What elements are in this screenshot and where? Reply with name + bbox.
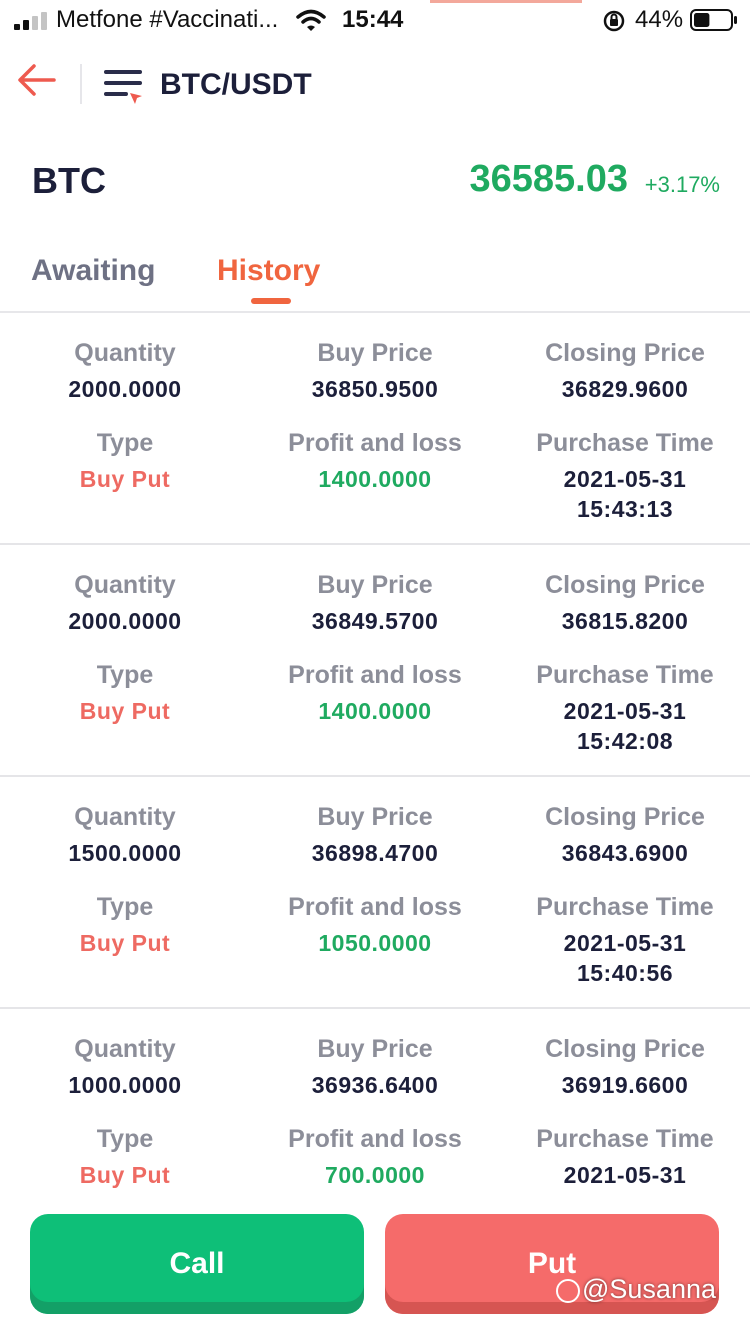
order-tabs: Awaiting History <box>0 250 750 310</box>
top-accent-line <box>430 0 582 3</box>
call-button[interactable]: Call <box>30 1214 364 1314</box>
type-value: Buy Put <box>79 1162 171 1188</box>
quantity-label: Quantity <box>74 571 176 599</box>
buy-price-value: 36850.9500 <box>311 376 439 402</box>
quantity-value: 1500.0000 <box>68 840 182 866</box>
purchase-date-value: 2021-05-31 <box>563 1162 687 1188</box>
watermark: @Susanna <box>556 1274 716 1305</box>
closing-price-label: Closing Price <box>545 803 705 831</box>
closing-price-value: 36815.8200 <box>561 608 689 634</box>
carrier-name: Metfone #Vaccinati... <box>56 6 279 33</box>
buy-price-label: Buy Price <box>317 571 433 599</box>
purchase-time-label: Purchase Time <box>536 1125 714 1153</box>
purchase-date-value: 2021-05-31 <box>563 466 687 492</box>
type-label: Type <box>96 429 154 457</box>
purchase-date-value: 2021-05-31 <box>563 930 687 956</box>
wifi-icon <box>296 9 326 31</box>
status-bar: Metfone #Vaccinati... 15:44 44% <box>0 0 750 42</box>
ticker-symbol: BTC <box>32 160 106 201</box>
profit-loss-label: Profit and loss <box>288 429 462 457</box>
profit-loss-value: 1050.0000 <box>318 930 432 956</box>
purchase-time-label: Purchase Time <box>536 429 714 457</box>
purchase-time-label: Purchase Time <box>536 893 714 921</box>
header-divider <box>80 64 82 104</box>
quantity-value: 2000.0000 <box>68 608 182 634</box>
buy-price-value: 36849.5700 <box>311 608 439 634</box>
battery-icon <box>690 9 737 31</box>
buy-price-label: Buy Price <box>317 339 433 367</box>
purchase-time-value: 15:43:13 <box>576 496 674 522</box>
purchase-date-value: 2021-05-31 <box>563 698 687 724</box>
closing-price-value: 36829.9600 <box>561 376 689 402</box>
ticker-price: 36585.03 <box>469 158 629 200</box>
profit-loss-value: 1400.0000 <box>318 466 432 492</box>
pair-menu-icon[interactable] <box>102 66 144 106</box>
tab-awaiting[interactable]: Awaiting <box>31 254 155 288</box>
profit-loss-label: Profit and loss <box>288 1125 462 1153</box>
closing-price-label: Closing Price <box>545 571 705 599</box>
watermark-text: @Susanna <box>582 1274 716 1304</box>
buy-price-value: 36936.6400 <box>311 1072 439 1098</box>
history-record: Quantity 2000.0000 Buy Price 36850.9500 … <box>0 313 750 545</box>
pair-title[interactable]: BTC/USDT <box>160 68 312 102</box>
quantity-label: Quantity <box>74 339 176 367</box>
buy-price-value: 36898.4700 <box>311 840 439 866</box>
header: BTC/USDT <box>0 48 750 124</box>
quantity-label: Quantity <box>74 803 176 831</box>
orientation-lock-icon <box>603 10 625 32</box>
profit-loss-value: 1400.0000 <box>318 698 432 724</box>
battery-percent: 44% <box>635 6 684 33</box>
buy-price-label: Buy Price <box>317 1035 433 1063</box>
cellular-signal-icon <box>14 12 47 30</box>
profit-loss-value: 700.0000 <box>325 1162 425 1188</box>
profit-loss-label: Profit and loss <box>288 893 462 921</box>
type-value: Buy Put <box>79 466 171 492</box>
tab-history[interactable]: History <box>217 254 320 288</box>
profit-loss-label: Profit and loss <box>288 661 462 689</box>
type-value: Buy Put <box>79 930 171 956</box>
quantity-value: 2000.0000 <box>68 376 182 402</box>
type-label: Type <box>96 1125 154 1153</box>
quantity-value: 1000.0000 <box>68 1072 182 1098</box>
history-record: Quantity 1500.0000 Buy Price 36898.4700 … <box>0 777 750 1009</box>
type-value: Buy Put <box>79 698 171 724</box>
ticker-change: +3.17% <box>644 172 720 197</box>
closing-price-value: 36919.6600 <box>561 1072 689 1098</box>
closing-price-label: Closing Price <box>545 339 705 367</box>
purchase-time-label: Purchase Time <box>536 661 714 689</box>
ticker: BTC 36585.03 +3.17% <box>0 150 750 214</box>
history-record: Quantity 1000.0000 Buy Price 36936.6400 … <box>0 1009 750 1193</box>
back-arrow-icon[interactable] <box>16 62 58 98</box>
type-label: Type <box>96 661 154 689</box>
type-label: Type <box>96 893 154 921</box>
status-time: 15:44 <box>342 6 404 33</box>
purchase-time-value: 15:40:56 <box>576 960 674 986</box>
closing-price-label: Closing Price <box>545 1035 705 1063</box>
closing-price-value: 36843.6900 <box>561 840 689 866</box>
purchase-time-value: 15:42:08 <box>576 728 674 754</box>
buy-price-label: Buy Price <box>317 803 433 831</box>
history-list[interactable]: Quantity 2000.0000 Buy Price 36850.9500 … <box>0 313 750 1193</box>
quantity-label: Quantity <box>74 1035 176 1063</box>
history-record: Quantity 2000.0000 Buy Price 36849.5700 … <box>0 545 750 777</box>
active-tab-indicator <box>251 298 291 304</box>
facebook-icon <box>556 1278 580 1303</box>
